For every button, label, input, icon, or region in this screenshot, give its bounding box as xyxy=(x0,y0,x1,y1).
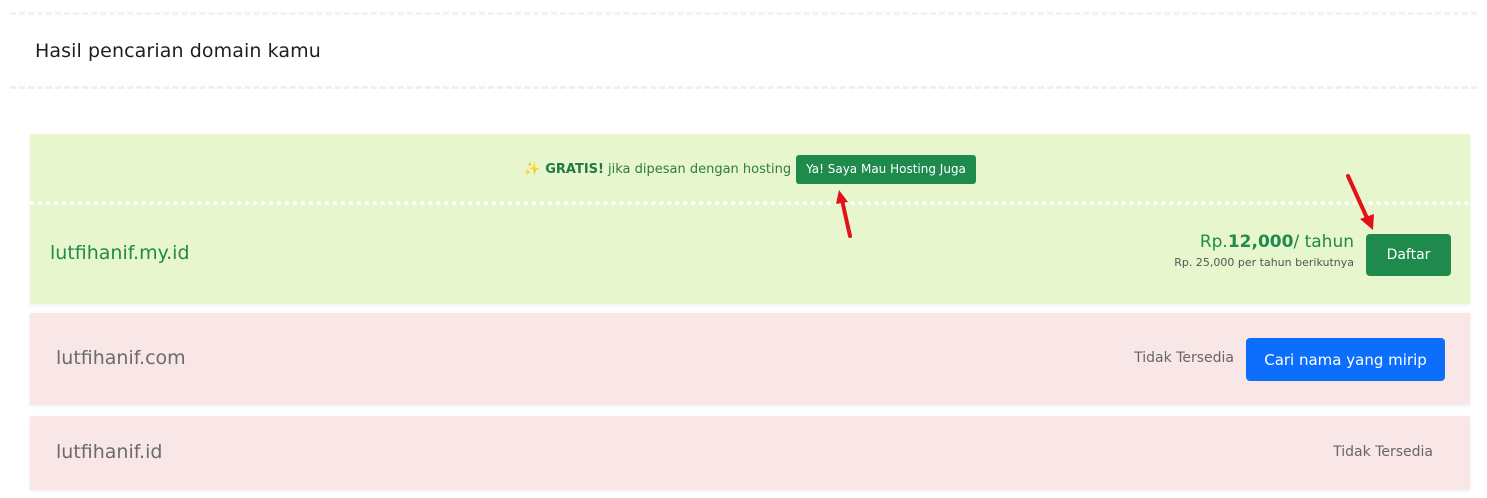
status-unavailable: Tidak Tersedia xyxy=(1134,350,1234,366)
promo-divider xyxy=(30,201,1470,205)
add-hosting-button[interactable]: Ya! Saya Mau Hosting Juga xyxy=(796,154,976,184)
promo-gratis-label: GRATIS! xyxy=(545,161,604,177)
price-line: Rp.12,000/ tahun xyxy=(1174,232,1354,252)
domain-search-results-page: Hasil pencarian domain kamu ✨ GRATIS! ji… xyxy=(0,0,1487,498)
unavailable-domain-name: lutfihanif.id xyxy=(56,441,163,463)
annotation-arrow-hosting xyxy=(836,190,852,238)
renewal-price-text: Rp. 25,000 per tahun berikutnya xyxy=(1174,256,1354,269)
annotation-arrow-daftar xyxy=(1346,174,1374,230)
top-divider xyxy=(10,12,1477,15)
unavailable-domain-card: lutfihanif.com Tidak Tersedia Cari nama … xyxy=(30,313,1470,405)
hosting-promo-bar: ✨ GRATIS! jika dipesan dengan hosting Ya… xyxy=(30,154,1470,184)
price-prefix: Rp. xyxy=(1199,232,1228,252)
page-title: Hasil pencarian domain kamu xyxy=(35,40,321,62)
promo-text: jika dipesan dengan hosting xyxy=(607,161,792,177)
sparkles-icon: ✨ xyxy=(524,161,541,177)
find-similar-button[interactable]: Cari nama yang mirip xyxy=(1246,338,1445,381)
header-divider xyxy=(10,86,1477,89)
available-domain-name: lutfihanif.my.id xyxy=(50,242,190,264)
price-amount: 12,000 xyxy=(1227,232,1294,252)
status-unavailable: Tidak Tersedia xyxy=(1333,444,1433,460)
price-block: Rp.12,000/ tahun Rp. 25,000 per tahun be… xyxy=(1174,232,1354,269)
unavailable-domain-name: lutfihanif.com xyxy=(56,347,186,369)
register-button[interactable]: Daftar xyxy=(1366,234,1451,276)
unavailable-domain-card: lutfihanif.id Tidak Tersedia xyxy=(30,416,1470,490)
available-domain-card: ✨ GRATIS! jika dipesan dengan hosting Ya… xyxy=(30,134,1470,304)
